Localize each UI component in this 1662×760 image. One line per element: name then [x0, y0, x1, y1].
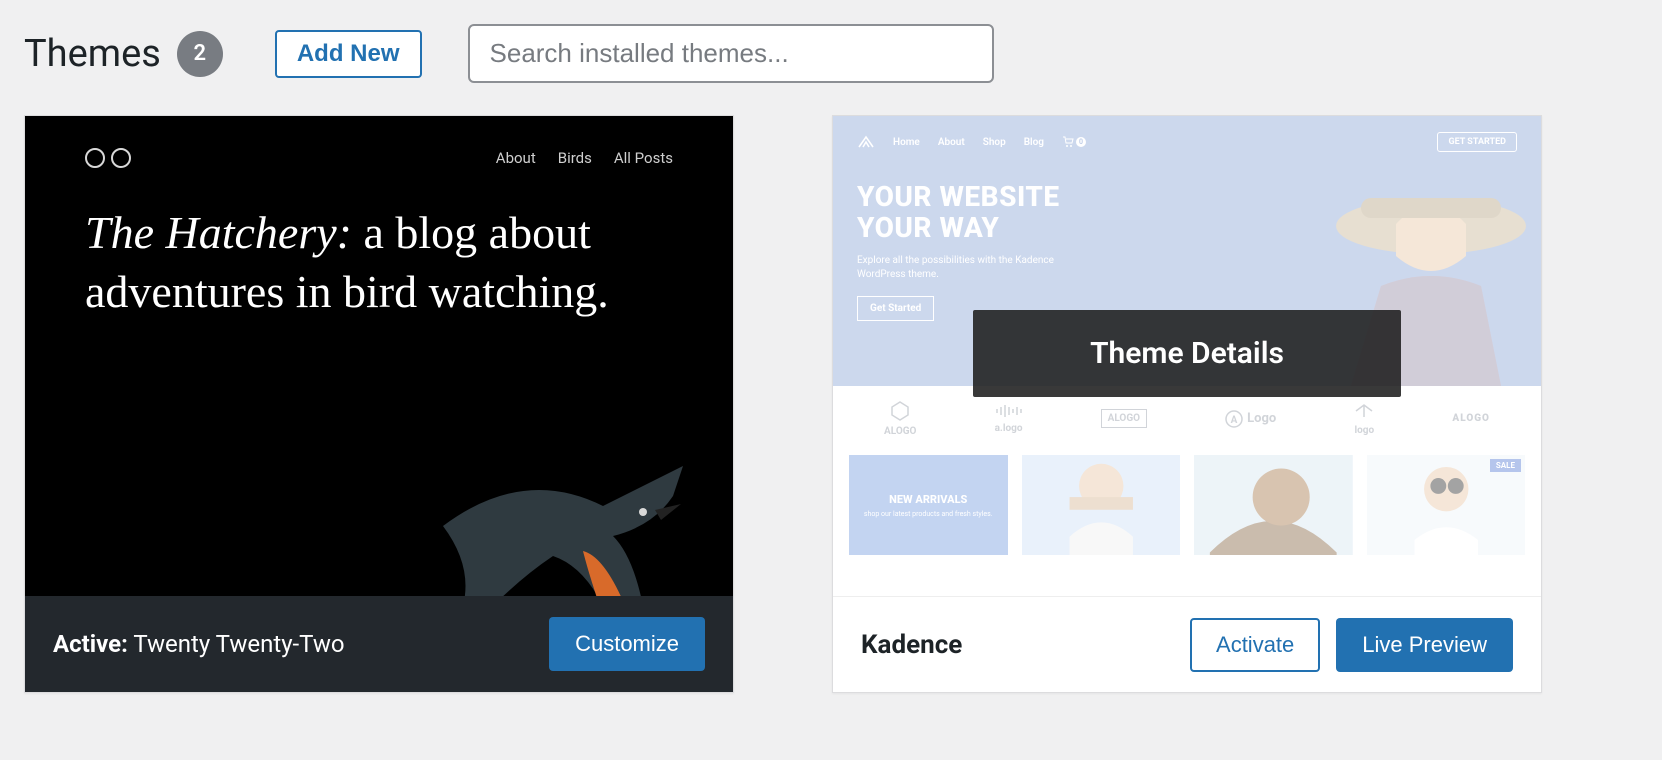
- themes-grid: About Birds All Posts The Hatchery: a bl…: [24, 115, 1638, 693]
- theme-preview-nav: About Birds All Posts: [496, 149, 673, 167]
- customize-button[interactable]: Customize: [549, 617, 705, 671]
- theme-preview-heading: The Hatchery: a blog about adventures in…: [85, 204, 673, 322]
- activate-button[interactable]: Activate: [1190, 618, 1320, 672]
- nav-item: All Posts: [614, 149, 673, 167]
- theme-card-hovered[interactable]: Home About Shop Blog 0 GET STARTED YOUR …: [832, 115, 1542, 693]
- nav-item: About: [496, 149, 536, 167]
- theme-count-badge: 2: [177, 31, 223, 77]
- theme-screenshot: Home About Shop Blog 0 GET STARTED YOUR …: [833, 116, 1541, 596]
- theme-details-button[interactable]: Theme Details: [973, 310, 1401, 397]
- nav-item: Birds: [558, 149, 592, 167]
- page-header: Themes 2 Add New: [24, 24, 1638, 83]
- page-title: Themes: [24, 32, 161, 76]
- add-new-button[interactable]: Add New: [275, 30, 422, 78]
- theme-name: Kadence: [861, 630, 962, 660]
- active-theme-label: Active: Twenty Twenty-Two: [53, 630, 345, 658]
- theme-footer-hovered: Kadence Activate Live Preview: [833, 596, 1541, 692]
- bird-icon: [433, 456, 693, 596]
- theme-card-active[interactable]: About Birds All Posts The Hatchery: a bl…: [24, 115, 734, 693]
- live-preview-button[interactable]: Live Preview: [1336, 618, 1513, 672]
- search-input[interactable]: [468, 24, 994, 83]
- theme-footer-active: Active: Twenty Twenty-Two Customize: [25, 596, 733, 692]
- theme-screenshot: About Birds All Posts The Hatchery: a bl…: [25, 116, 733, 596]
- theme-logo-icon: [85, 148, 131, 168]
